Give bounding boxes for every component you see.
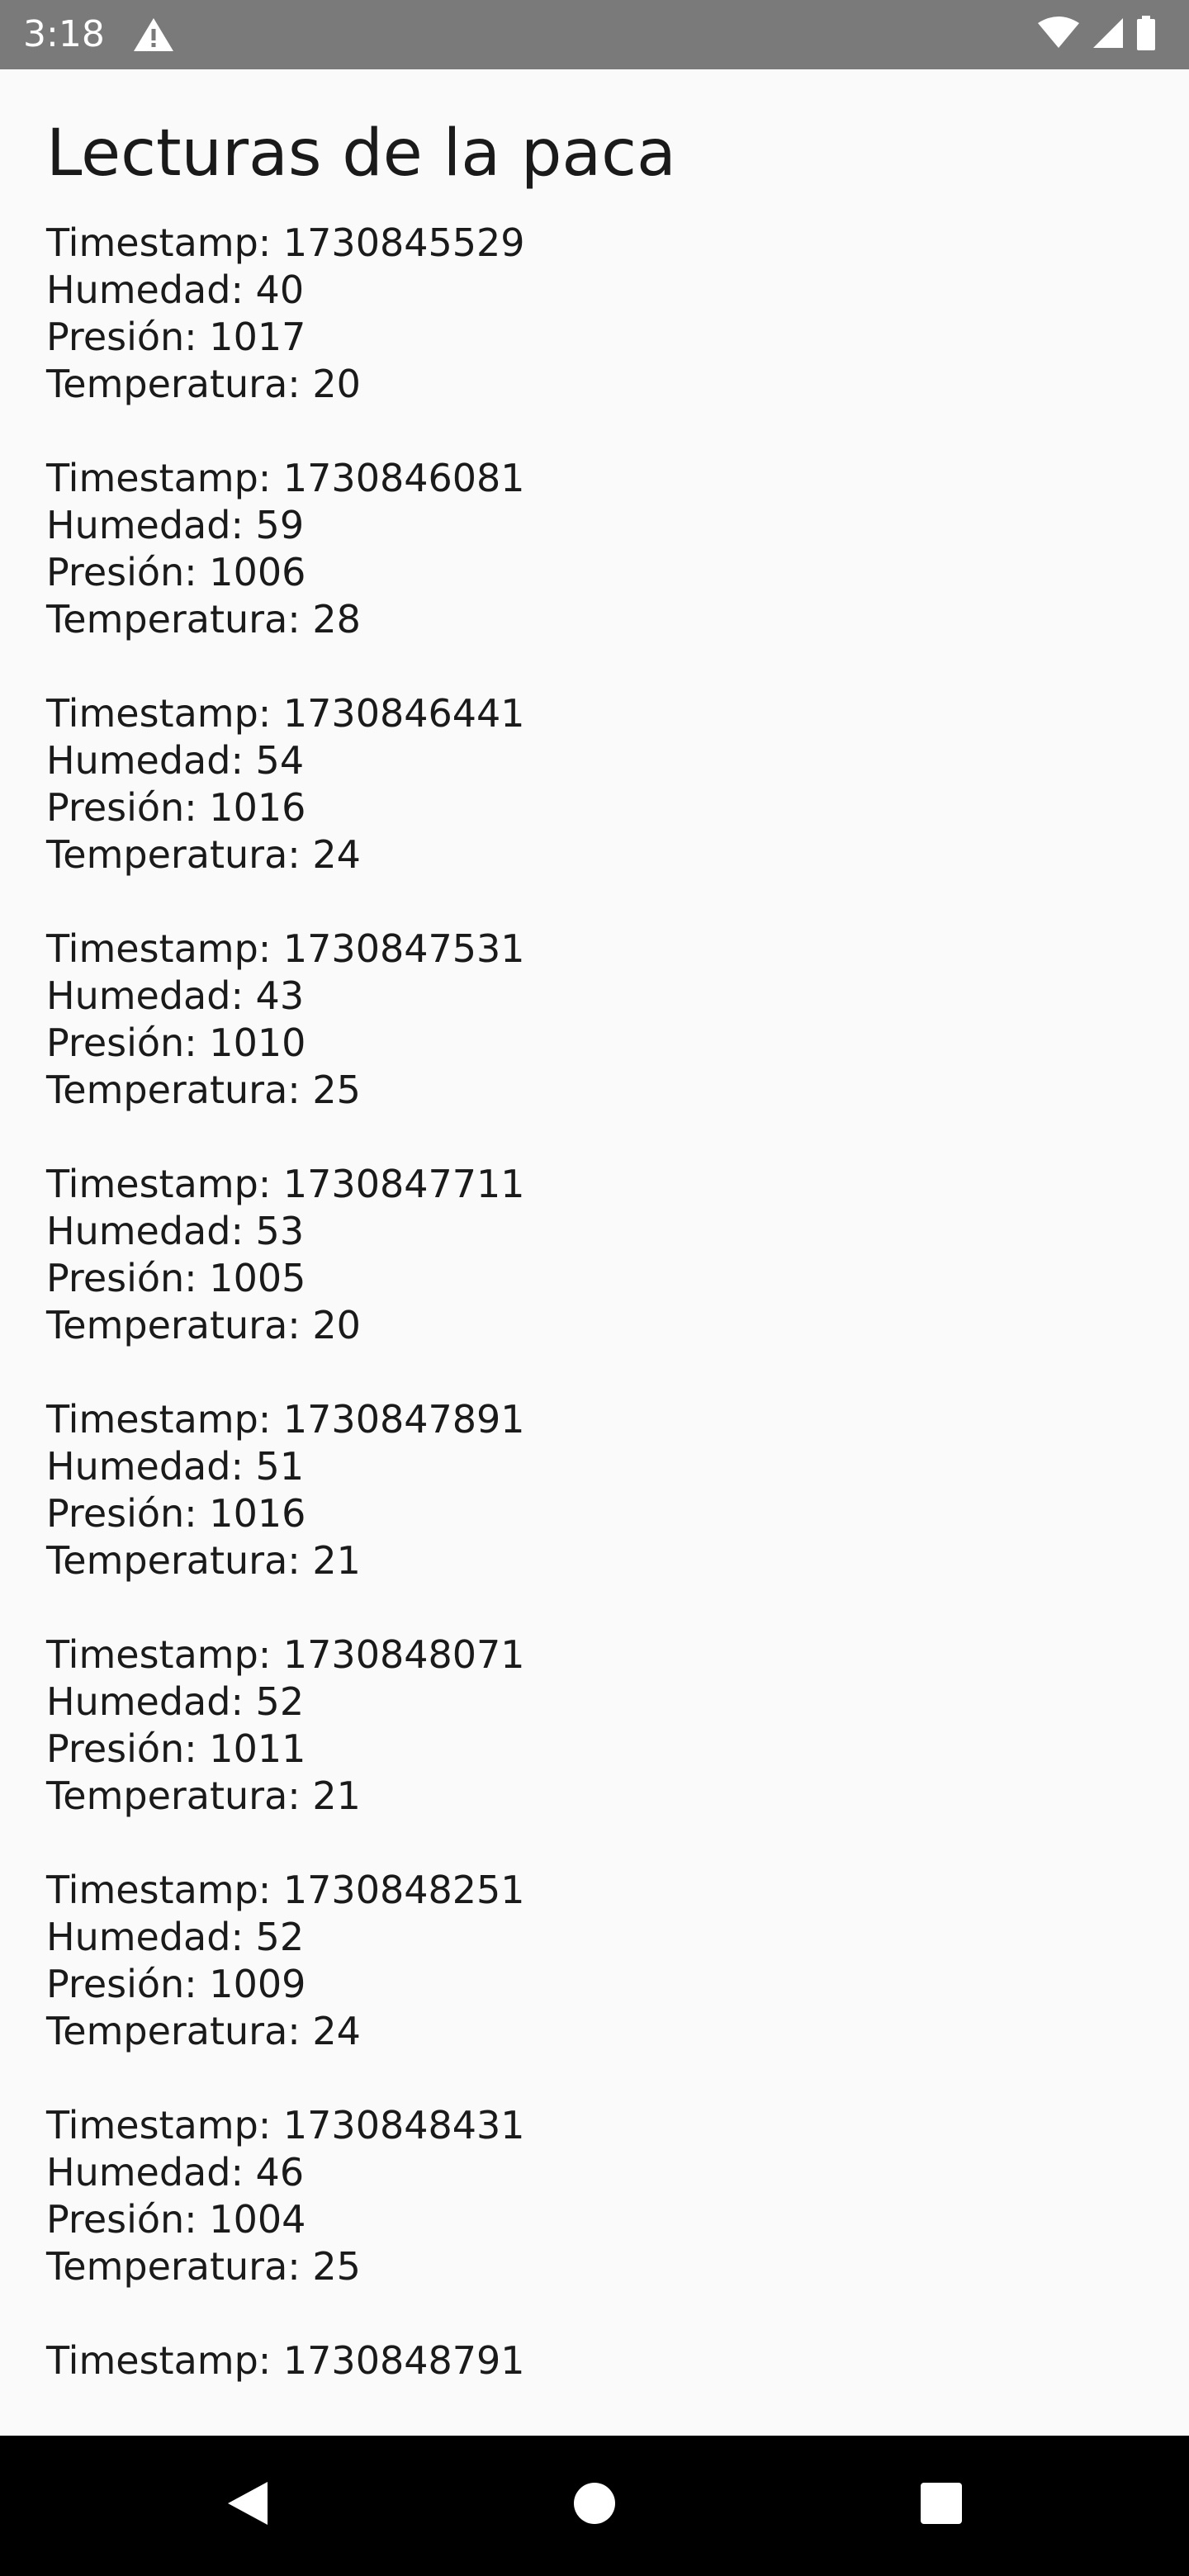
reading-humidity: Humedad: 51 [46,1444,305,1489]
navigation-bar [0,2436,1189,2576]
back-button[interactable] [218,2475,277,2535]
reading-temperature: Temperatura: 21 [46,1773,361,1818]
recents-icon [920,2482,963,2528]
reading-item: Timestamp: 1730846441 Humedad: 54 Presió… [46,690,1189,878]
reading-timestamp: Timestamp: 1730846441 [46,691,525,736]
reading-timestamp: Timestamp: 1730848251 [46,1868,525,1912]
status-icons [1037,16,1156,54]
recents-button[interactable] [912,2475,971,2535]
reading-pressure: Presión: 1016 [46,785,306,830]
reading-humidity: Humedad: 52 [46,1915,305,1959]
reading-item: Timestamp: 1730847531 Humedad: 43 Presió… [46,926,1189,1114]
reading-pressure: Presión: 1016 [46,1491,306,1536]
wifi-icon [1037,17,1080,53]
reading-timestamp: Timestamp: 1730847531 [46,926,525,971]
reading-timestamp: Timestamp: 1730848791 [46,2338,525,2383]
page-title: Lecturas de la paca [46,116,676,191]
readings-list: Timestamp: 1730845529 Humedad: 40 Presió… [46,220,1189,2384]
main-content[interactable]: Lecturas de la paca Timestamp: 173084552… [0,69,1189,2389]
signal-icon [1092,17,1125,53]
reading-timestamp: Timestamp: 1730845529 [46,220,525,265]
app-screen: 3:18 Lecturas de la paca Timestamp: 1730… [0,0,1189,2576]
reading-item: Timestamp: 1730847891 Humedad: 51 Presió… [46,1396,1189,1584]
reading-timestamp: Timestamp: 1730848431 [46,2103,525,2147]
warning-icon [132,17,175,53]
reading-temperature: Temperatura: 20 [46,362,361,406]
reading-item: Timestamp: 1730848071 Humedad: 52 Presió… [46,1631,1189,1820]
home-icon [572,2481,617,2529]
battery-icon [1136,16,1156,54]
reading-humidity: Humedad: 54 [46,738,305,783]
reading-humidity: Humedad: 46 [46,2150,305,2195]
reading-timestamp: Timestamp: 1730848071 [46,1632,525,1677]
reading-pressure: Presión: 1010 [46,1020,306,1065]
reading-timestamp: Timestamp: 1730847711 [46,1162,525,1206]
reading-item: Timestamp: 1730848431 Humedad: 46 Presió… [46,2102,1189,2290]
reading-temperature: Temperatura: 25 [46,2244,361,2289]
reading-pressure: Presión: 1011 [46,1726,306,1771]
reading-humidity: Humedad: 43 [46,973,305,1018]
reading-temperature: Temperatura: 20 [46,1303,361,1347]
reading-item: Timestamp: 1730846081 Humedad: 59 Presió… [46,455,1189,643]
reading-timestamp: Timestamp: 1730846081 [46,456,525,500]
reading-humidity: Humedad: 53 [46,1209,305,1253]
status-bar: 3:18 [0,0,1189,69]
reading-humidity: Humedad: 59 [46,503,305,547]
home-button[interactable] [565,2475,624,2535]
reading-pressure: Presión: 1005 [46,1256,306,1300]
back-icon [225,2479,271,2531]
reading-pressure: Presión: 1004 [46,2197,306,2242]
reading-pressure: Presión: 1017 [46,315,306,359]
reading-item: Timestamp: 1730847711 Humedad: 53 Presió… [46,1161,1189,1349]
reading-item: Timestamp: 1730848791 [46,2337,1189,2384]
reading-temperature: Temperatura: 21 [46,1538,361,1583]
reading-item: Timestamp: 1730848251 Humedad: 52 Presió… [46,1867,1189,2055]
status-time: 3:18 [23,13,105,55]
reading-timestamp: Timestamp: 1730847891 [46,1397,525,1442]
reading-item: Timestamp: 1730845529 Humedad: 40 Presió… [46,220,1189,408]
reading-temperature: Temperatura: 24 [46,2009,361,2053]
reading-temperature: Temperatura: 28 [46,597,361,642]
reading-pressure: Presión: 1006 [46,550,306,594]
reading-pressure: Presión: 1009 [46,1962,306,2006]
reading-humidity: Humedad: 40 [46,268,305,312]
reading-humidity: Humedad: 52 [46,1679,305,1724]
reading-temperature: Temperatura: 25 [46,1068,361,1112]
reading-temperature: Temperatura: 24 [46,832,361,877]
